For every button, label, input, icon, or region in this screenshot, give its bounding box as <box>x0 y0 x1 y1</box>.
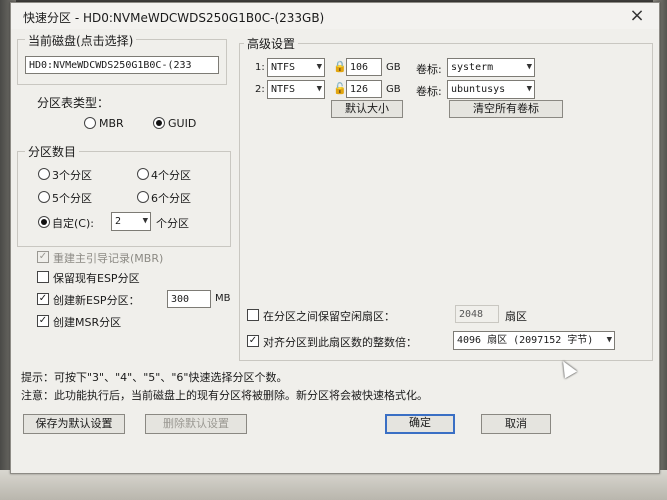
row2-volume-value: ubuntusys <box>451 84 506 95</box>
align-sectors-select[interactable]: 4096 扇区 (2097152 字节) ▼ <box>453 331 615 350</box>
esp-size-unit: MB <box>215 293 231 304</box>
row2-volume-select[interactable]: ubuntusys ▼ <box>447 80 535 99</box>
close-icon[interactable]: × <box>627 5 647 26</box>
current-disk-legend: 当前磁盘(点击选择) <box>25 32 137 49</box>
keep-esp-checkbox[interactable] <box>37 271 49 283</box>
five-partitions-label: 5个分区 <box>52 192 92 205</box>
chevron-down-icon: ▼ <box>316 84 322 94</box>
hint-note: 注意：此功能执行后，当前磁盘上的现有分区将被删除。新分区将会被快速格式化。 <box>21 389 428 402</box>
ok-button[interactable]: 确定 <box>385 414 455 434</box>
rebuild-mbr-label: 重建主引导记录(MBR) <box>53 252 164 265</box>
chevron-down-icon: ▼ <box>606 335 612 345</box>
chevron-down-icon: ▼ <box>142 216 148 226</box>
reserve-sectors-label: 在分区之间保留空闲扇区： <box>263 310 395 323</box>
chevron-down-icon: ▼ <box>526 84 532 94</box>
six-partitions-label: 6个分区 <box>151 192 191 205</box>
advanced-settings-legend: 高级设置 <box>244 35 299 52</box>
row2-size-input[interactable]: 126 <box>346 80 382 98</box>
row2-index: 2: <box>255 84 265 95</box>
row1-fs-value: NTFS <box>271 62 296 73</box>
esp-size-input[interactable]: 300 <box>167 290 211 308</box>
row1-size-unit: GB <box>386 62 401 73</box>
new-esp-checkbox[interactable]: ✓ <box>37 293 49 305</box>
row2-fs-value: NTFS <box>271 84 296 95</box>
align-sectors-label: 对齐分区到此扇区数的整数倍： <box>263 336 417 349</box>
custom-count-value: 2 <box>115 216 122 227</box>
hint-tip: 提示：可按下"3"、"4"、"5"、"6"快速选择分区个数。 <box>21 371 288 384</box>
window-title: 快速分区 - HD0:NVMeWDCWDS250G1B0C-(233GB) <box>23 11 325 25</box>
row2-volume-label: 卷标: <box>416 85 442 98</box>
table-type-label: 分区表类型： <box>37 96 110 110</box>
disk-select-field[interactable]: HD0:NVMeWDCWDS250G1B0C-(233 <box>25 56 219 74</box>
reserve-sectors-checkbox[interactable] <box>247 309 259 321</box>
delete-default-button[interactable]: 删除默认设置 <box>145 414 247 434</box>
unlock-icon[interactable]: 🔓 <box>333 82 347 95</box>
row1-volume-value: systerm <box>451 62 494 73</box>
three-partitions-radio[interactable] <box>38 168 50 180</box>
reserve-sectors-input[interactable]: 2048 <box>455 305 499 323</box>
default-size-button[interactable]: 默认大小 <box>331 100 403 118</box>
row1-index: 1: <box>255 62 265 73</box>
clear-labels-button[interactable]: 清空所有卷标 <box>449 100 563 118</box>
four-partitions-label: 4个分区 <box>151 169 191 182</box>
save-default-button[interactable]: 保存为默认设置 <box>23 414 125 434</box>
row2-fs-select[interactable]: NTFS ▼ <box>267 80 325 99</box>
create-msr-label: 创建MSR分区 <box>53 316 122 329</box>
title-bar: 快速分区 - HD0:NVMeWDCWDS250G1B0C-(233GB) × <box>11 3 659 29</box>
chevron-down-icon: ▼ <box>316 62 322 72</box>
mbr-label: MBR <box>99 117 124 130</box>
chevron-down-icon: ▼ <box>526 62 532 72</box>
new-esp-label: 创建新ESP分区： <box>53 294 140 307</box>
row1-volume-select[interactable]: systerm ▼ <box>447 58 535 77</box>
row1-volume-label: 卷标: <box>416 63 442 76</box>
lock-icon[interactable]: 🔒 <box>333 60 347 73</box>
custom-count-radio[interactable] <box>38 216 50 228</box>
five-partitions-radio[interactable] <box>38 191 50 203</box>
reserve-sectors-unit: 扇区 <box>505 310 527 323</box>
photo-background-bottom <box>0 470 667 500</box>
keep-esp-label: 保留现有ESP分区 <box>53 272 140 285</box>
six-partitions-radio[interactable] <box>137 191 149 203</box>
guid-radio[interactable] <box>153 117 165 129</box>
custom-count-select[interactable]: 2 ▼ <box>111 212 151 231</box>
three-partitions-label: 3个分区 <box>52 169 92 182</box>
partition-count-legend: 分区数目 <box>25 143 80 160</box>
row1-size-input[interactable]: 106 <box>346 58 382 76</box>
mbr-radio[interactable] <box>84 117 96 129</box>
cancel-button[interactable]: 取消 <box>481 414 551 434</box>
align-sectors-value: 4096 扇区 (2097152 字节) <box>457 335 594 346</box>
custom-count-label: 自定(C): <box>52 217 94 230</box>
custom-count-suffix: 个分区 <box>156 217 189 230</box>
four-partitions-radio[interactable] <box>137 168 149 180</box>
guid-label: GUID <box>168 117 197 130</box>
row2-size-unit: GB <box>386 84 401 95</box>
row1-fs-select[interactable]: NTFS ▼ <box>267 58 325 77</box>
quick-partition-dialog: 快速分区 - HD0:NVMeWDCWDS250G1B0C-(233GB) × … <box>10 2 660 474</box>
align-sectors-checkbox[interactable]: ✓ <box>247 335 259 347</box>
rebuild-mbr-checkbox[interactable]: ✓ <box>37 251 49 263</box>
create-msr-checkbox[interactable]: ✓ <box>37 315 49 327</box>
